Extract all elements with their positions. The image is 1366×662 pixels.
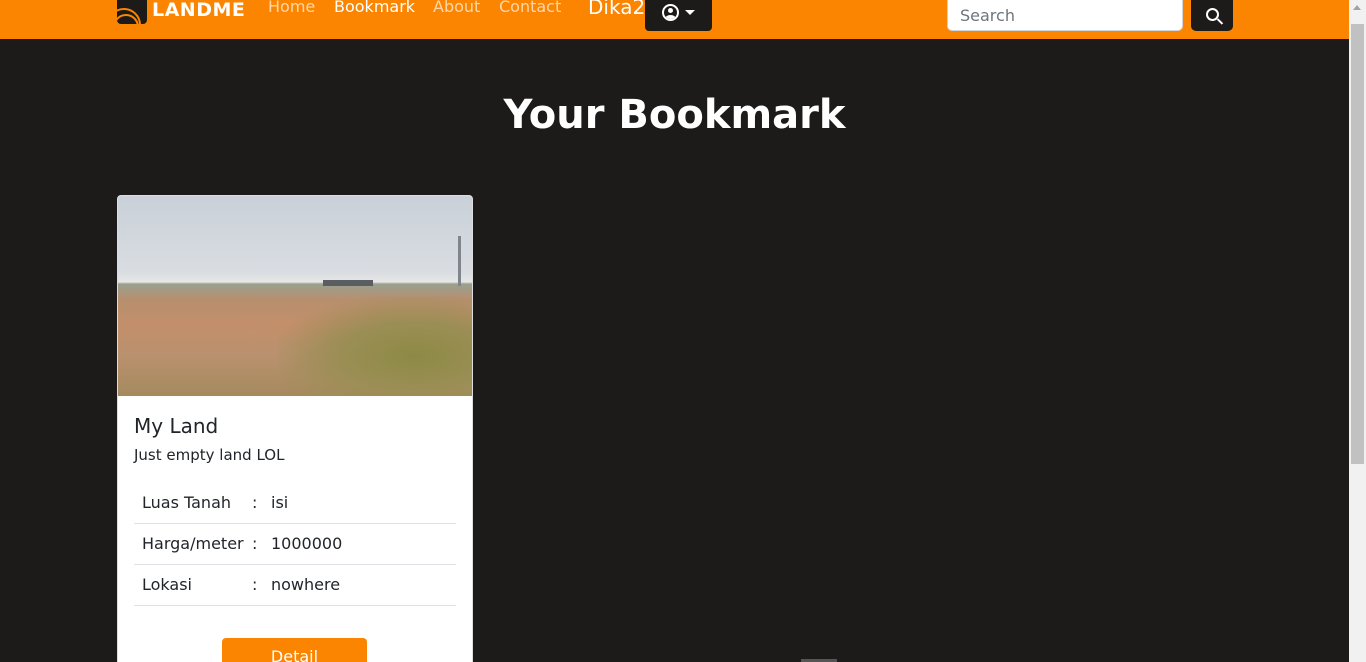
username-label: Dika2 xyxy=(588,0,646,19)
detail-label: Lokasi xyxy=(134,564,252,606)
table-row: Luas Tanah : isi xyxy=(134,482,456,524)
detail-separator: : xyxy=(252,564,271,606)
card-description: Just empty land LOL xyxy=(134,446,285,464)
detail-value: nowhere xyxy=(271,564,456,606)
search-input[interactable] xyxy=(947,0,1183,31)
card-title: My Land xyxy=(134,414,219,438)
nav-link-about[interactable]: About xyxy=(433,0,480,16)
search-button[interactable] xyxy=(1191,0,1233,31)
landme-logo xyxy=(117,0,147,24)
chevron-down-icon xyxy=(685,10,695,15)
detail-label: Harga/meter xyxy=(134,523,252,565)
scrollbar-thumb[interactable] xyxy=(1351,24,1364,464)
nav-link-home[interactable]: Home xyxy=(268,0,315,16)
detail-separator: : xyxy=(252,482,271,524)
user-menu-button[interactable] xyxy=(645,0,712,31)
scroll-up-arrow-icon[interactable] xyxy=(1353,5,1361,10)
detail-button[interactable]: Detail xyxy=(222,638,367,662)
vertical-scrollbar[interactable] xyxy=(1349,0,1366,662)
detail-value: isi xyxy=(271,482,456,524)
user-circle-icon xyxy=(662,4,679,21)
page-title: Your Bookmark xyxy=(503,92,846,138)
detail-value: 1000000 xyxy=(271,523,456,565)
brand[interactable]: LANDME xyxy=(117,0,245,24)
details-table: Luas Tanah : isi Harga/meter : 1000000 L… xyxy=(134,482,456,606)
nav-link-bookmark[interactable]: Bookmark xyxy=(334,0,415,16)
brand-name: LANDME xyxy=(152,0,246,21)
table-row: Lokasi : nowhere xyxy=(134,564,456,606)
bookmark-card: My Land Just empty land LOL Luas Tanah :… xyxy=(117,195,473,662)
search-icon xyxy=(1205,8,1219,21)
table-row: Harga/meter : 1000000 xyxy=(134,523,456,565)
nav-link-contact[interactable]: Contact xyxy=(499,0,561,16)
card-body: My Land Just empty land LOL Luas Tanah :… xyxy=(118,396,472,622)
land-photo xyxy=(118,196,472,396)
detail-label: Luas Tanah xyxy=(134,482,252,524)
detail-separator: : xyxy=(252,523,271,565)
navbar: LANDME Home Bookmark About Contact Dika2 xyxy=(0,0,1349,39)
